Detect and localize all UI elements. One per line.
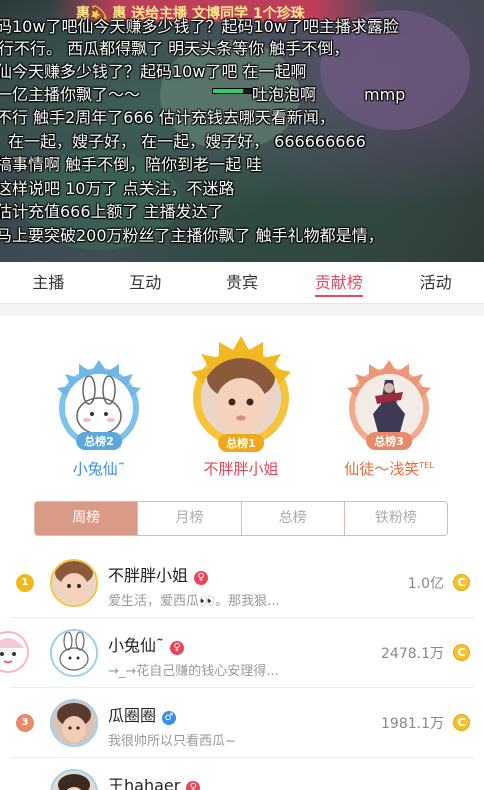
tab-loyal-fans[interactable]: 铁粉榜 [345, 502, 447, 535]
male-icon: ♂ [162, 711, 177, 725]
tab-vip[interactable]: 贵宾 [194, 262, 291, 303]
danmaku-comment: 在一起，嫂子好， 在一起，嫂子好， 666666666 [8, 132, 366, 151]
avatar[interactable] [50, 769, 98, 790]
silver-crown-frame: 总榜2 [53, 360, 145, 452]
bronze-crown-frame: 总榜3 [343, 360, 435, 452]
hero-health-bar [212, 88, 252, 94]
podium-name-sup: TEL [419, 461, 434, 470]
danmaku-comment: 估计充值666上额了 主播发达了 [0, 202, 224, 221]
user-name: 王hahaer ♀ [108, 772, 201, 790]
rank-badge: 总榜1 [218, 434, 264, 452]
female-icon: ♀ [186, 781, 201, 790]
user-signature: →_→花自己赚的钱心安理得... [108, 664, 279, 679]
danmaku-comment: 仙今天赚多少钱了？起码10w了吧 在一起啊 [0, 62, 307, 81]
danmaku-comment: 搞事情啊 触手不倒，陪你到老一起 哇 [0, 155, 263, 174]
coin-icon: C [453, 714, 470, 731]
user-photo-avatar [201, 358, 281, 438]
user-photo-avatar [52, 561, 96, 605]
female-icon: ♀ [170, 641, 185, 655]
section-divider [0, 304, 484, 316]
rank-badge: 总榜2 [76, 432, 122, 450]
user-name: 不胖胖小姐 ♀ [108, 562, 209, 586]
live-video-player[interactable]: 惠💫 惠 送给主播 文博同学 1个珍珠 码10w了吧仙今天赚多少钱了？起码10w… [0, 0, 484, 262]
danmaku-comment: 马上要突破200万粉丝了主播你飘了 触手礼物都是情， [0, 226, 384, 245]
rank-medal-icon: 1 [16, 574, 34, 592]
danmaku-comment: 吐泡泡啊 [252, 85, 317, 104]
contribution-score: 1.0亿 [407, 576, 444, 592]
podium-name-text: 仙徒～浅笑 [344, 460, 420, 478]
danmaku-comment: 行不行。 西瓜都得飘了 明天头条等你 触手不倒， [0, 39, 350, 58]
avatar[interactable] [50, 629, 98, 677]
tab-monthly[interactable]: 月榜 [138, 502, 242, 535]
podium-third[interactable]: 总榜3 仙徒～浅笑TEL [326, 360, 452, 479]
danmaku-comment: 码10w了吧仙今天赚多少钱了？起码10w了吧主播求露脸 [0, 17, 399, 36]
danmaku-comment: 一亿主播你飘了～～ [0, 85, 141, 104]
tab-all-time[interactable]: 总榜 [242, 502, 345, 535]
rank-badge: 总榜3 [366, 432, 412, 450]
danmaku-comment: mmp [364, 85, 406, 104]
top-three-podium: 总榜2 小兔仙˜ 总榜1 不胖胖小姐 总榜3 仙徒～浅笑TEL [0, 316, 484, 496]
user-signature: 爱生活，爱西瓜👀。那我狠... [108, 594, 280, 609]
user-name: 小兔仙˜ ♀ [108, 632, 185, 656]
podium-first[interactable]: 总榜1 不胖胖小姐 [176, 336, 306, 479]
list-item[interactable]: 3 瓜圈圈 ♂ 我很帅所以只看西瓜~ 1981.1万 C [10, 688, 474, 758]
podium-second[interactable]: 总榜2 小兔仙˜ [44, 360, 154, 479]
user-name-text: 小兔仙˜ [108, 636, 165, 655]
room-tab-bar: 主播 互动 贵宾 贡献榜 活动 [0, 262, 484, 304]
ranking-period-selector: 周榜 月榜 总榜 铁粉榜 [34, 501, 448, 536]
bunny-avatar-icon [52, 631, 96, 675]
tab-weekly[interactable]: 周榜 [35, 502, 139, 535]
user-signature: 我很帅所以只看西瓜~ [108, 734, 236, 749]
podium-name: 不胖胖小姐 [203, 460, 279, 478]
coin-icon: C [453, 644, 470, 661]
user-name-text: 王hahaer [108, 776, 181, 790]
user-name: 瓜圈圈 ♂ [108, 702, 177, 726]
avatar[interactable] [50, 699, 98, 747]
avatar [201, 358, 281, 438]
list-item[interactable]: 1 不胖胖小姐 ♀ 爱生活，爱西瓜👀。那我狠... 1.0亿 C [10, 548, 474, 618]
danmaku-comment: 这样说吧 10万了 点关注，不迷路 [0, 179, 235, 198]
coin-icon: C [453, 574, 470, 591]
list-item[interactable]: 小兔仙˜ ♀ →_→花自己赚的钱心安理得... 2478.1万 C [10, 618, 474, 688]
contribution-score: 2478.1万 [381, 646, 444, 662]
rank-medal-icon: 3 [16, 714, 34, 732]
podium-name: 小兔仙˜ [72, 460, 126, 478]
gold-crown-frame: 总榜1 [185, 336, 297, 452]
floating-mascot-icon[interactable] [0, 630, 30, 674]
female-icon: ♀ [194, 571, 209, 585]
tab-streamer[interactable]: 主播 [0, 262, 97, 303]
user-photo-avatar [52, 701, 96, 745]
ranking-list: 1 不胖胖小姐 ♀ 爱生活，爱西瓜👀。那我狠... 1.0亿 C 小兔仙˜ ♀ … [0, 548, 484, 790]
tab-contribution-ranking[interactable]: 贡献榜 [290, 262, 387, 303]
list-item[interactable]: 王hahaer ♀ [10, 758, 474, 790]
tab-interaction[interactable]: 互动 [97, 262, 194, 303]
avatar[interactable] [50, 559, 98, 607]
tab-events[interactable]: 活动 [387, 262, 484, 303]
podium-name: 仙徒～浅笑TEL [326, 458, 452, 479]
user-name-text: 瓜圈圈 [108, 706, 157, 725]
user-name-text: 不胖胖小姐 [108, 566, 189, 585]
user-photo-avatar [52, 771, 96, 790]
danmaku-comment: 不行 触手2周年了666 估计充钱去哪天看新闻， [0, 108, 335, 127]
contribution-score: 1981.1万 [381, 716, 444, 732]
